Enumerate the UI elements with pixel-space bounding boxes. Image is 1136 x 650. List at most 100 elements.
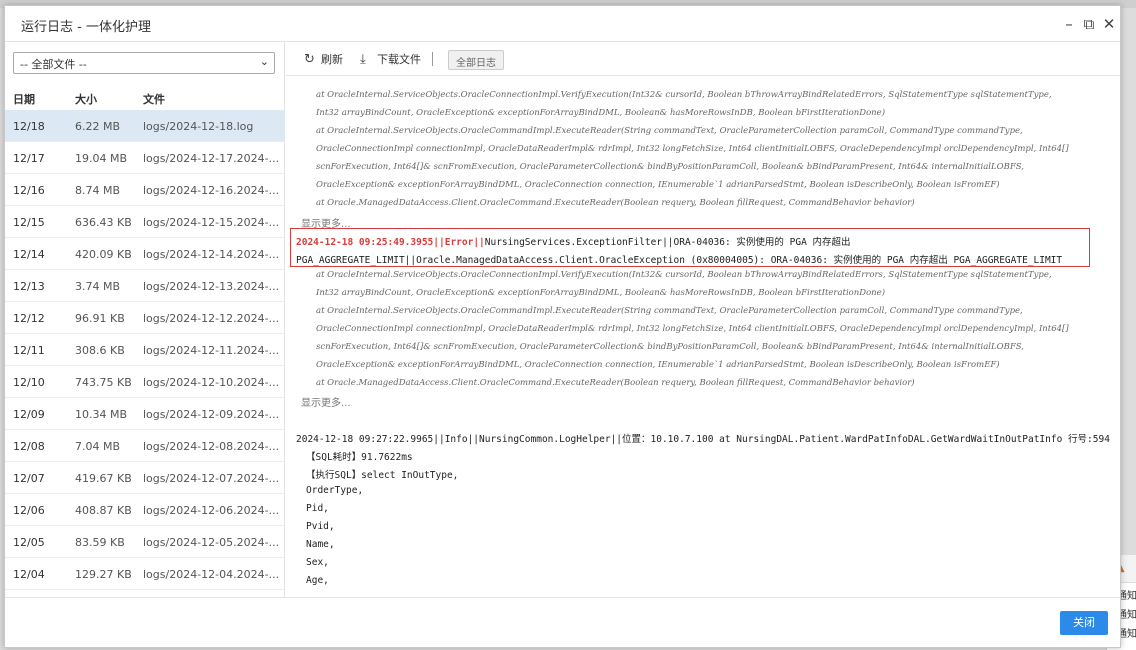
error-message: NursingServices.ExceptionFilter||ORA-040… bbox=[484, 237, 851, 248]
stack-line: at Oracle.ManagedDataAccess.Client.Oracl… bbox=[316, 198, 915, 208]
file-size: 19.04 MB bbox=[75, 152, 128, 165]
file-date: 12/15 bbox=[13, 216, 45, 229]
file-name: logs/2024-12-10.2024-... bbox=[143, 376, 280, 389]
sql-field: Name, bbox=[306, 539, 335, 550]
file-name: logs/2024-12-18.log bbox=[143, 120, 254, 133]
minimize-icon[interactable]: – bbox=[1060, 15, 1078, 33]
file-name: logs/2024-12-07.2024-... bbox=[143, 472, 280, 485]
file-list: 12/18 6.22 MB logs/2024-12-18.log 12/17 19.0… bbox=[5, 110, 285, 598]
file-size: 408.87 KB bbox=[75, 504, 132, 517]
file-row[interactable]: 12/08 7.04 MB logs/2024-12-08.2024-... bbox=[5, 430, 285, 462]
error-line-2: PGA_AGGREGATE_LIMIT||Oracle.ManagedDataA… bbox=[296, 255, 1063, 266]
file-name: logs/2024-12-08.2024-... bbox=[143, 440, 280, 453]
file-size: 6.22 MB bbox=[75, 120, 121, 133]
dialog-title: 运行日志 - 一体化护理 bbox=[21, 20, 151, 35]
file-date: 12/10 bbox=[13, 376, 45, 389]
stack-line: OracleException& exceptionForArrayBindDM… bbox=[316, 360, 1000, 370]
refresh-button[interactable]: ↻ 刷新 bbox=[304, 51, 343, 67]
file-size: 83.59 KB bbox=[75, 536, 125, 549]
stack-line: OracleException& exceptionForArrayBindDM… bbox=[316, 180, 1000, 190]
stack-line: Int32 arrayBindCount, OracleException& e… bbox=[316, 108, 886, 118]
file-date: 12/18 bbox=[13, 120, 45, 133]
sql-field: Age, bbox=[306, 575, 329, 586]
file-name: logs/2024-12-11.2024-... bbox=[143, 344, 280, 357]
file-size: 96.91 KB bbox=[75, 312, 125, 325]
file-row[interactable]: 12/13 3.74 MB logs/2024-12-13.2024-... bbox=[5, 270, 285, 302]
file-date: 12/07 bbox=[13, 472, 45, 485]
show-more-link[interactable]: 显示更多... bbox=[301, 394, 351, 409]
column-header-date[interactable]: 日期 bbox=[13, 91, 35, 107]
file-row[interactable]: 12/04 129.27 KB logs/2024-12-04.2024-... bbox=[5, 558, 285, 590]
column-header-size[interactable]: 大小 bbox=[75, 91, 97, 107]
log-panel: ↻ 刷新 ⤓ 下载文件 全部日志 at OracleInternal.Service… bbox=[286, 42, 1120, 597]
file-list-panel: -- 全部文件 -- ⌄ 日期 大小 文件 12/18 6.22 MB logs/2… bbox=[5, 42, 285, 597]
close-icon[interactable]: ✕ bbox=[1100, 15, 1118, 33]
error-timestamp: 2024-12-18 09:25:49.3955 bbox=[296, 237, 434, 248]
file-row[interactable]: 12/14 420.09 KB logs/2024-12-14.2024-... bbox=[5, 238, 285, 270]
file-date: 12/11 bbox=[13, 344, 45, 357]
info-line: 2024-12-18 09:27:22.9965||Info||NursingC… bbox=[296, 434, 1110, 445]
close-button[interactable]: 关闭 bbox=[1060, 611, 1108, 635]
file-size: 743.75 KB bbox=[75, 376, 132, 389]
file-date: 12/06 bbox=[13, 504, 45, 517]
file-row[interactable]: 12/11 308.6 KB logs/2024-12-11.2024-... bbox=[5, 334, 285, 366]
download-icon: ⤓ bbox=[360, 52, 366, 67]
file-row[interactable]: 12/12 96.91 KB logs/2024-12-12.2024-... bbox=[5, 302, 285, 334]
dialog-titlebar: 运行日志 - 一体化护理 – ⧉ ✕ bbox=[5, 6, 1120, 42]
stack-line: OracleConnectionImpl connectionImpl, Ora… bbox=[316, 144, 1069, 154]
file-name: logs/2024-12-09.2024-... bbox=[143, 408, 280, 421]
file-size: 129.27 KB bbox=[75, 568, 132, 581]
file-size: 8.74 MB bbox=[75, 184, 121, 197]
column-header-file[interactable]: 文件 bbox=[143, 91, 165, 107]
file-date: 12/14 bbox=[13, 248, 45, 261]
file-row[interactable]: 12/15 636.43 KB logs/2024-12-15.2024-... bbox=[5, 206, 285, 238]
file-name: logs/2024-12-12.2024-... bbox=[143, 312, 280, 325]
file-name: logs/2024-12-05.2024-... bbox=[143, 536, 280, 549]
download-button[interactable]: ⤓ 下载文件 bbox=[360, 51, 421, 67]
file-date: 12/08 bbox=[13, 440, 45, 453]
file-size: 419.67 KB bbox=[75, 472, 132, 485]
file-size: 420.09 KB bbox=[75, 248, 132, 261]
sql-field: OrderType, bbox=[306, 485, 364, 496]
file-row[interactable]: 12/07 419.67 KB logs/2024-12-07.2024-... bbox=[5, 462, 285, 494]
file-row[interactable]: 12/17 19.04 MB logs/2024-12-17.2024-... bbox=[5, 142, 285, 174]
file-date: 12/16 bbox=[13, 184, 45, 197]
refresh-icon: ↻ bbox=[304, 52, 315, 67]
stack-line: at OracleInternal.ServiceObjects.OracleC… bbox=[316, 126, 1023, 136]
file-date: 12/13 bbox=[13, 280, 45, 293]
toolbar-separator bbox=[432, 52, 433, 66]
log-dialog: 运行日志 - 一体化护理 – ⧉ ✕ -- 全部文件 -- ⌄ 日期 大小 文件… bbox=[4, 5, 1121, 648]
file-filter-value: -- 全部文件 -- bbox=[20, 58, 87, 71]
file-filter-select[interactable]: -- 全部文件 -- ⌄ bbox=[13, 52, 275, 74]
stack-line: scnForExecution, Int64[]& scnFromExecuti… bbox=[316, 342, 1024, 352]
chevron-down-icon: ⌄ bbox=[259, 55, 269, 68]
stack-line: at OracleInternal.ServiceObjects.OracleC… bbox=[316, 90, 1052, 100]
file-date: 12/05 bbox=[13, 536, 45, 549]
file-list-header: 日期 大小 文件 bbox=[5, 84, 285, 110]
file-size: 7.04 MB bbox=[75, 440, 121, 453]
stack-line: at OracleInternal.ServiceObjects.OracleC… bbox=[316, 270, 1052, 280]
file-name: logs/2024-12-17.2024-... bbox=[143, 152, 280, 165]
stack-line: Int32 arrayBindCount, OracleException& e… bbox=[316, 288, 886, 298]
file-name: logs/2024-12-06.2024-... bbox=[143, 504, 280, 517]
file-size: 3.74 MB bbox=[75, 280, 121, 293]
all-logs-button[interactable]: 全部日志 bbox=[448, 50, 504, 70]
error-line-1: 2024-12-18 09:25:49.3955||Error||Nursing… bbox=[296, 234, 851, 248]
error-level: ||Error|| bbox=[433, 237, 485, 248]
file-date: 12/17 bbox=[13, 152, 45, 165]
file-size: 308.6 KB bbox=[75, 344, 125, 357]
download-label: 下载文件 bbox=[377, 53, 421, 66]
file-row[interactable]: 12/09 10.34 MB logs/2024-12-09.2024-... bbox=[5, 398, 285, 430]
log-content: at OracleInternal.ServiceObjects.OracleC… bbox=[286, 78, 1120, 597]
dialog-footer: 关闭 bbox=[5, 597, 1120, 649]
file-row[interactable]: 12/18 6.22 MB logs/2024-12-18.log bbox=[5, 110, 285, 142]
stack-line: at OracleInternal.ServiceObjects.OracleC… bbox=[316, 306, 1023, 316]
file-row[interactable]: 12/05 83.59 KB logs/2024-12-05.2024-... bbox=[5, 526, 285, 558]
maximize-icon[interactable]: ⧉ bbox=[1080, 15, 1098, 33]
file-date: 12/09 bbox=[13, 408, 45, 421]
stack-line: at Oracle.ManagedDataAccess.Client.Oracl… bbox=[316, 378, 915, 388]
file-row[interactable]: 12/16 8.74 MB logs/2024-12-16.2024-... bbox=[5, 174, 285, 206]
file-row[interactable]: 12/10 743.75 KB logs/2024-12-10.2024-... bbox=[5, 366, 285, 398]
file-row[interactable]: 12/06 408.87 KB logs/2024-12-06.2024-... bbox=[5, 494, 285, 526]
sql-field: Pvid, bbox=[306, 521, 335, 532]
